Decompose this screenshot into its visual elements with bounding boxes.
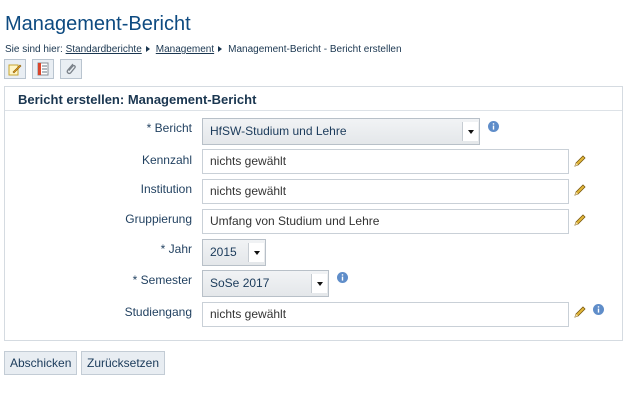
pencil-icon[interactable] [573,305,587,319]
breadcrumb-arrow-icon [145,46,150,53]
form-title: Bericht erstellen: Management-Bericht [18,92,257,107]
bericht-label: * Bericht [146,121,192,135]
semester-selected-value: SoSe 2017 [210,276,270,290]
kennzahl-field[interactable]: nichts gewählt [202,149,569,174]
toolbar-report-button[interactable] [32,59,54,79]
jahr-selected-value: 2015 [210,245,237,259]
report-icon [37,62,49,76]
toolbar-attachment-button[interactable] [60,59,82,79]
chevron-down-icon [248,243,264,262]
page-title: Management-Bericht [5,13,191,35]
gruppierung-field[interactable]: Umfang von Studium und Lehre [202,209,569,234]
jahr-label: * Jahr [160,242,192,256]
breadcrumb-link-standardberichte[interactable]: Standardberichte [66,44,142,55]
gruppierung-label: Gruppierung [125,212,192,226]
toolbar-edit-button[interactable] [4,59,26,79]
jahr-select[interactable]: 2015 [202,239,266,266]
studiengang-label: Studiengang [124,305,192,319]
breadcrumb: Sie sind hier: Standardberichte Managemen… [5,44,402,55]
info-icon[interactable] [593,304,604,315]
breadcrumb-link-management[interactable]: Management [156,44,214,55]
attachment-icon [66,63,76,75]
kennzahl-label: Kennzahl [141,153,192,167]
bericht-select[interactable]: HfSW-Studium und Lehre [202,118,480,145]
submit-button[interactable]: Abschicken [4,351,78,375]
pencil-icon[interactable] [573,213,587,227]
info-icon[interactable] [488,121,499,132]
breadcrumb-current: Management-Bericht - Bericht erstellen [228,44,402,55]
chevron-down-icon [462,122,478,141]
institution-label: Institution [140,182,192,196]
divider [5,110,622,111]
info-icon[interactable] [337,272,348,283]
pencil-icon[interactable] [573,154,587,168]
breadcrumb-arrow-icon [218,46,223,53]
edit-note-icon [8,64,22,76]
semester-select[interactable]: SoSe 2017 [202,270,329,297]
reset-button[interactable]: Zurücksetzen [81,351,166,375]
institution-field[interactable]: nichts gewählt [202,179,569,204]
semester-label: * Semester [132,273,192,287]
breadcrumb-prefix: Sie sind hier: [5,44,63,55]
studiengang-field[interactable]: nichts gewählt [202,302,569,327]
bericht-selected-value: HfSW-Studium und Lehre [210,124,347,138]
pencil-icon[interactable] [573,183,587,197]
chevron-down-icon [311,274,327,293]
